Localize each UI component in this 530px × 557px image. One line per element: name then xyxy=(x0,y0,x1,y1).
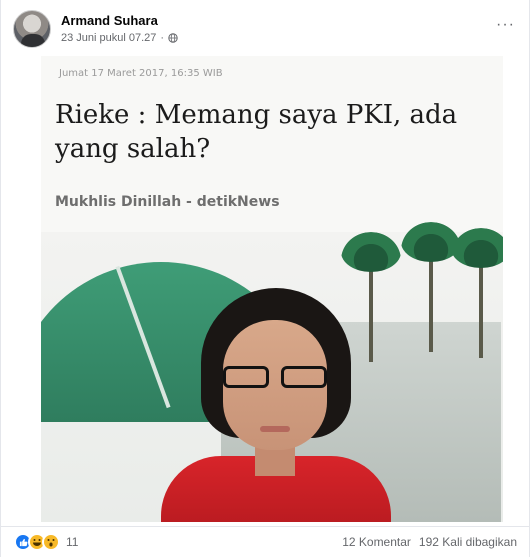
reaction-count[interactable]: 11 xyxy=(66,535,78,549)
reactions-summary[interactable]: 11 xyxy=(14,533,78,551)
post-meta: 23 Juni pukul 07.27 · xyxy=(61,32,178,44)
engagement-counts: 12 Komentar 192 Kali dibagikan xyxy=(342,535,517,549)
comment-count[interactable]: 12 Komentar xyxy=(342,535,411,549)
post-footer: 11 12 Komentar 192 Kali dibagikan xyxy=(1,526,530,556)
globe-icon[interactable] xyxy=(168,33,178,43)
author-name[interactable]: Armand Suhara xyxy=(61,13,158,28)
news-date: Jumat 17 Maret 2017, 16:35 WIB xyxy=(59,68,223,79)
palm-tree xyxy=(451,228,503,358)
post-image[interactable]: Jumat 17 Maret 2017, 16:35 WIB Rieke : M… xyxy=(41,56,503,522)
more-options-button[interactable]: ··· xyxy=(496,16,515,34)
post-timestamp[interactable]: 23 Juni pukul 07.27 xyxy=(61,32,156,44)
facebook-post: Armand Suhara 23 Juni pukul 07.27 · ··· … xyxy=(0,0,530,557)
news-byline: Mukhlis Dinillah - detikNews xyxy=(55,194,280,210)
share-count[interactable]: 192 Kali dibagikan xyxy=(419,535,517,549)
mouth xyxy=(260,426,290,432)
author-avatar[interactable] xyxy=(13,10,51,48)
neck xyxy=(255,446,295,476)
woman-portrait xyxy=(161,288,391,522)
wow-reaction-icon xyxy=(42,533,60,551)
photo-scene xyxy=(41,222,503,522)
glasses xyxy=(223,366,327,388)
news-headline: Rieke : Memang saya PKI, ada yang salah? xyxy=(55,100,458,164)
meta-separator: · xyxy=(160,32,165,44)
post-header: Armand Suhara 23 Juni pukul 07.27 · ··· xyxy=(13,10,519,52)
